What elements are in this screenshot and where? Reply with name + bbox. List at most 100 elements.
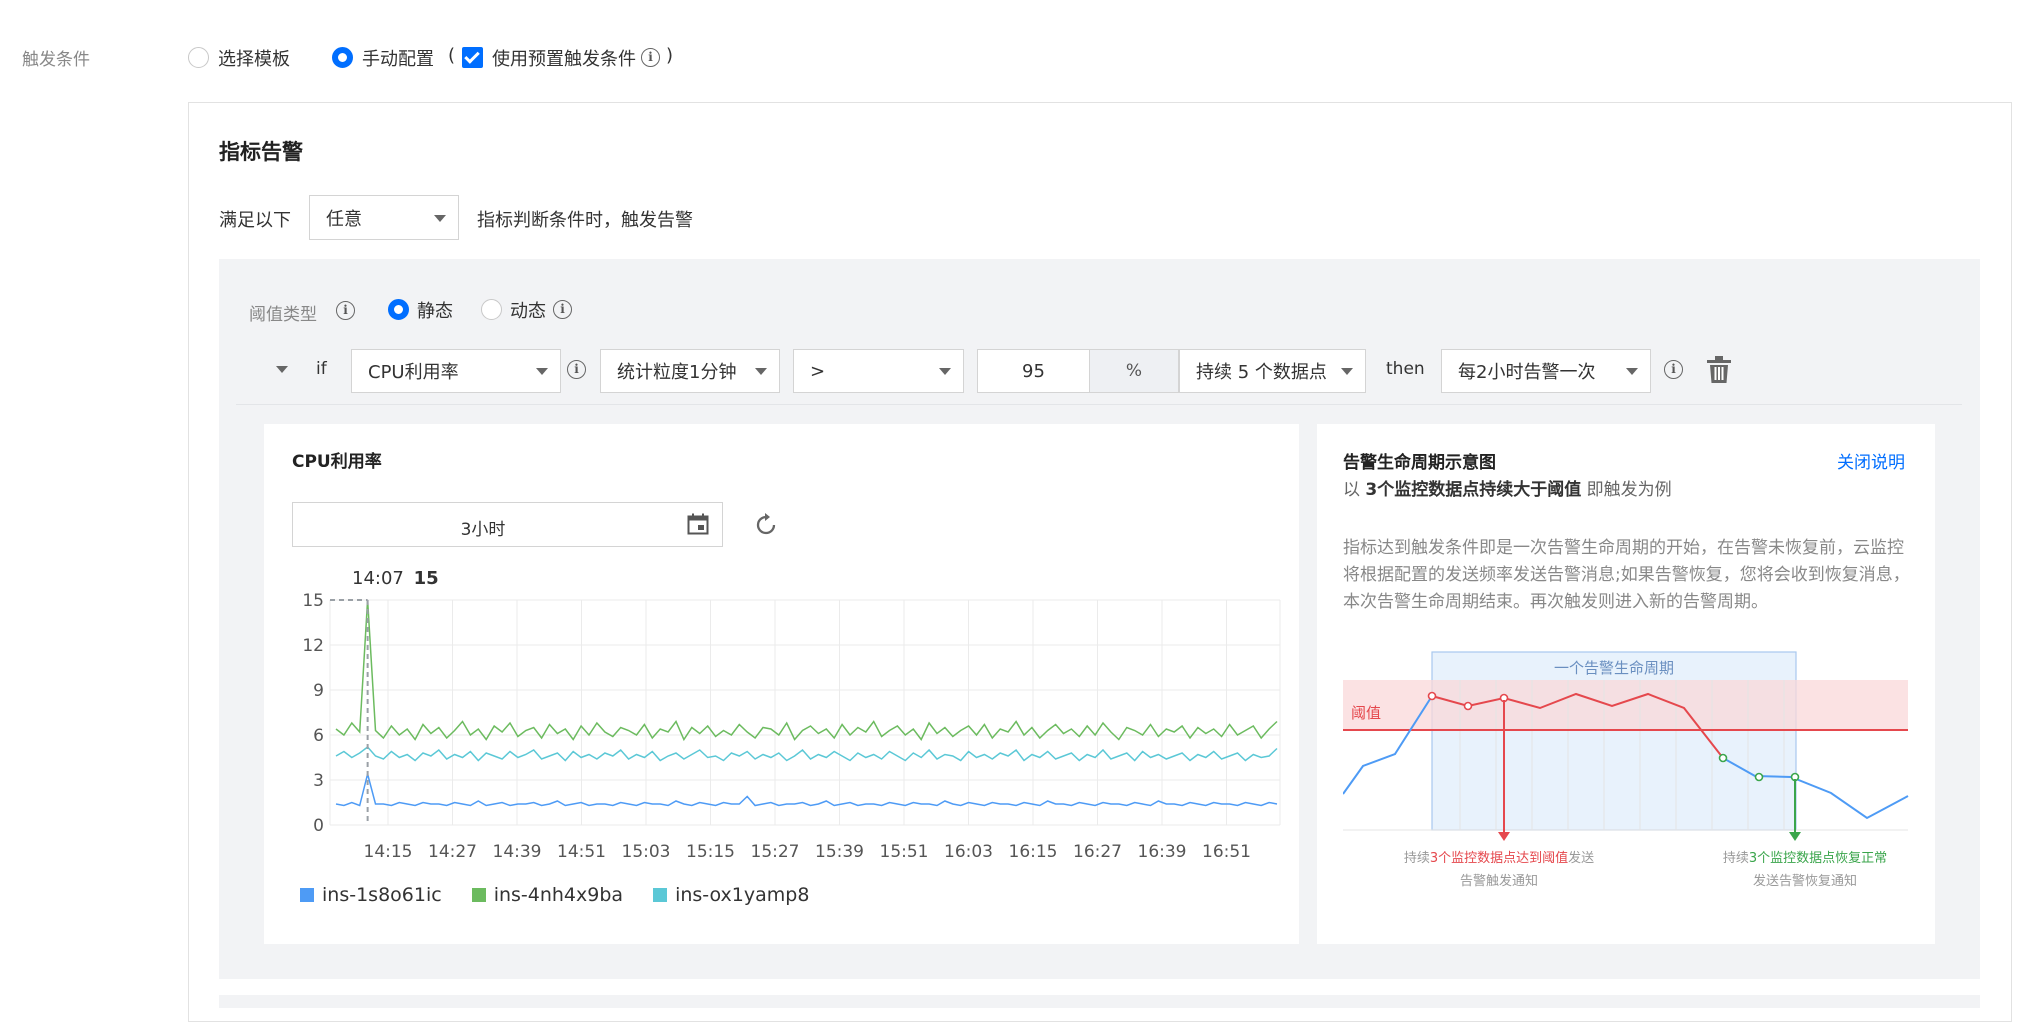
recover-note-line2: 发送告警恢复通知: [1753, 873, 1857, 889]
trigger-note: 持续3个监控数据点达到阈值发送: [1404, 850, 1594, 866]
trigger-note-line2: 告警触发通知: [1460, 873, 1538, 889]
x-tick-label: 14:27: [428, 842, 477, 862]
y-tick-label: 6: [313, 726, 324, 746]
metric-select-value: CPU利用率: [368, 362, 459, 383]
chevron-down-icon: [536, 368, 548, 375]
satisfy-select-value: 任意: [326, 208, 362, 230]
dynamic-label[interactable]: 动态: [510, 297, 546, 323]
legend-item[interactable]: ins-4nh4x9ba: [494, 884, 623, 906]
operator-select[interactable]: >: [793, 349, 964, 393]
x-tick-label: 16:15: [1009, 842, 1058, 862]
frequency-select-value: 每2小时告警一次: [1458, 362, 1596, 383]
y-tick-label: 15: [302, 591, 324, 611]
time-range-picker[interactable]: 3小时: [292, 502, 723, 547]
y-tick-label: 9: [313, 681, 324, 701]
chevron-down-icon: [755, 368, 767, 375]
x-tick-label: 14:51: [557, 842, 606, 862]
trash-icon[interactable]: [1706, 356, 1732, 384]
paren-open: (: [448, 45, 456, 66]
granularity-select-value: 统计粒度1分钟: [617, 362, 737, 383]
metric-alarm-title: 指标告警: [219, 140, 303, 164]
subtitle-prefix: 以: [1343, 480, 1360, 500]
series-line: [335, 773, 1278, 807]
cpu-line-chart: 15 12 9 6 3 0 14:15 14:27 14:39 14:51 15:03 15:15 15…: [302, 591, 1281, 862]
info-icon[interactable]: i: [1664, 360, 1683, 379]
chevron-down-icon: [939, 368, 951, 375]
recover-note: 持续3个监控数据点恢复正常: [1723, 851, 1887, 866]
metric-select[interactable]: CPU利用率: [351, 349, 561, 393]
x-tick-label: 15:27: [751, 842, 800, 862]
duration-select-value: 持续 5 个数据点: [1196, 362, 1327, 383]
x-tick-label: 14:15: [364, 842, 413, 862]
radio-static[interactable]: [388, 299, 409, 320]
static-label[interactable]: 静态: [417, 297, 453, 323]
unit-addon: %: [1089, 349, 1179, 393]
threshold-label: 阈值: [1351, 704, 1381, 722]
x-tick-label: 16:27: [1073, 842, 1122, 862]
x-tick-label: 15:51: [880, 842, 929, 862]
x-tick-label: 16:51: [1202, 842, 1251, 862]
chart-legend: ins-1s8o61ic ins-4nh4x9ba ins-ox1yamp8: [300, 884, 809, 906]
legend-item[interactable]: ins-ox1yamp8: [675, 884, 809, 906]
info-icon[interactable]: i: [567, 360, 586, 379]
chevron-down-icon: [1626, 368, 1638, 375]
trigger-label: 触发条件: [22, 50, 90, 70]
option-manual-label[interactable]: 手动配置: [362, 45, 434, 71]
threshold-value-input[interactable]: 95: [977, 349, 1090, 393]
cycle-region: [1431, 651, 1797, 831]
info-icon[interactable]: i: [336, 301, 355, 320]
info-icon[interactable]: i: [641, 48, 660, 67]
lifecycle-title: 告警生命周期示意图: [1343, 453, 1496, 473]
next-condition-area: [219, 995, 1980, 1008]
chevron-down-icon: [434, 214, 446, 222]
calendar-icon: [687, 513, 709, 535]
y-tick-label: 12: [302, 636, 324, 656]
time-range-value: 3小时: [460, 520, 506, 540]
threshold-label: 阈值类型: [249, 305, 317, 325]
lifecycle-subtitle: 以 3个监控数据点持续大于阈值 即触发为例: [1343, 475, 1672, 500]
chart-title: CPU利用率: [292, 452, 382, 472]
lifecycle-diagram: 阈值 一个告警生命周期 持续3个监控数据点达到阈值发送 告警触发通知 持续3个监…: [1343, 651, 1909, 889]
cycle-label: 一个告警生命周期: [1554, 659, 1674, 677]
duration-select[interactable]: 持续 5 个数据点: [1179, 349, 1366, 393]
legend-swatch: [653, 888, 668, 902]
collapse-caret-icon[interactable]: [276, 366, 288, 373]
x-tick-label: 15:03: [622, 842, 671, 862]
y-tick-label: 0: [313, 816, 324, 836]
granularity-select[interactable]: 统计粒度1分钟: [600, 349, 780, 393]
close-explanation-link[interactable]: 关闭说明: [1837, 448, 1905, 473]
radio-template[interactable]: [188, 47, 209, 68]
operator-select-value: >: [810, 360, 826, 382]
series-line: [335, 599, 1278, 742]
radio-dynamic[interactable]: [481, 299, 502, 320]
divider: [236, 404, 1962, 405]
x-tick-label: 14:39: [493, 842, 542, 862]
x-tick-label: 15:39: [815, 842, 864, 862]
subtitle-bold: 3个监控数据点持续大于阈值: [1365, 480, 1582, 500]
chevron-down-icon: [1341, 368, 1353, 375]
option-template-label[interactable]: 选择模板: [218, 45, 290, 71]
x-tick-label: 15:15: [686, 842, 735, 862]
legend-swatch: [300, 888, 314, 902]
series-line: [335, 745, 1278, 762]
frequency-select[interactable]: 每2小时告警一次: [1441, 349, 1651, 393]
subtitle-suffix: 即触发为例: [1586, 480, 1672, 500]
threshold-band: [1343, 680, 1908, 730]
rule-then: then: [1386, 359, 1425, 379]
x-tick-label: 16:03: [944, 842, 993, 862]
refresh-icon[interactable]: [755, 513, 777, 537]
legend-item[interactable]: ins-1s8o61ic: [322, 884, 442, 906]
info-icon[interactable]: i: [553, 300, 572, 319]
satisfy-select[interactable]: 任意: [309, 195, 459, 240]
y-tick-label: 3: [313, 771, 324, 791]
use-preset-label[interactable]: 使用预置触发条件: [492, 45, 636, 71]
radio-manual[interactable]: [332, 47, 353, 68]
x-tick-label: 16:39: [1138, 842, 1187, 862]
paren-close: ): [666, 45, 674, 66]
lifecycle-description: 指标达到触发条件即是一次告警生命周期的开始，在告警未恢复前，云监控将根据配置的发…: [1343, 538, 1910, 612]
use-preset-checkbox[interactable]: [462, 47, 483, 68]
satisfy-prefix: 满足以下: [219, 210, 291, 231]
rule-if: if: [316, 359, 327, 379]
satisfy-suffix: 指标判断条件时，触发告警: [477, 210, 693, 231]
threshold-value: 95: [1022, 360, 1045, 382]
